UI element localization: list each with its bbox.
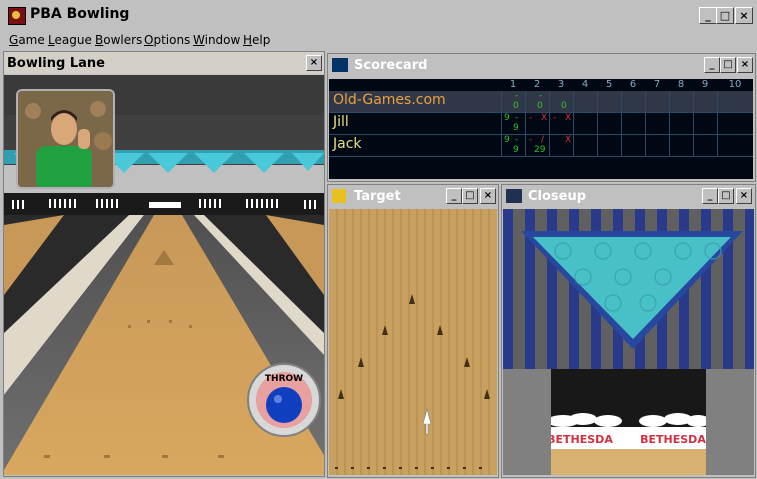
target-title: Target (354, 189, 401, 204)
frame-total: 29 (534, 145, 546, 155)
frame-number: 3 (557, 79, 565, 90)
roll-mark: - (553, 113, 557, 123)
closeup-minimize-button[interactable]: _ (702, 188, 718, 204)
scorecard-close-button[interactable]: × (737, 57, 753, 73)
target-minimize-button[interactable]: _ (446, 188, 462, 204)
frame-number: 5 (605, 79, 613, 90)
roll-mark: - (529, 113, 533, 123)
menu-options[interactable]: Options (144, 33, 190, 47)
roll-mark: - (515, 135, 519, 145)
player-name: Jill (333, 114, 349, 130)
closeup-title: Closeup (528, 189, 587, 204)
menu-help[interactable]: Help (243, 33, 270, 47)
frame-total: 0 (537, 101, 543, 111)
closeup-icon (506, 189, 522, 203)
closeup-window: Closeup _ □ × BETHESDA BETHESDA (501, 184, 756, 478)
closeup-titlebar: Closeup _ □ × (502, 185, 755, 207)
frame-number: 7 (653, 79, 661, 90)
target-maximize-button[interactable]: □ (462, 188, 478, 204)
scorecard-titlebar: Scorecard _ □ × (328, 54, 755, 76)
frame-total: 0 (561, 101, 567, 111)
app-icon (8, 7, 26, 25)
roll-mark: / (541, 135, 545, 145)
bowling-lane-title: Bowling Lane (7, 56, 105, 71)
roll-mark: - (515, 113, 519, 123)
frame-number: 1 (509, 79, 517, 90)
frame-number: 6 (629, 79, 637, 90)
roll-mark: - (515, 91, 519, 101)
frame-number: 2 (533, 79, 541, 90)
scorecard-window: Scorecard _ □ × 1 2 3 4 5 6 7 8 9 10 Old… (327, 53, 756, 182)
target-icon (332, 189, 346, 203)
frame-total: 9 (513, 145, 519, 155)
frame-number: 10 (728, 79, 742, 90)
frame-number: 9 (701, 79, 709, 90)
target-close-button[interactable]: × (480, 188, 496, 204)
roll-mark: 9 (504, 113, 510, 123)
menu-bowlers[interactable]: Bowlers (95, 33, 142, 47)
frame-number: 8 (677, 79, 685, 90)
scorecard-minimize-button[interactable]: _ (704, 57, 720, 73)
sign-right: BETHESDA (640, 433, 706, 446)
close-button[interactable]: × (735, 7, 753, 24)
roll-mark: X (565, 113, 572, 123)
closeup-close-button[interactable]: × (736, 188, 752, 204)
closeup-maximize-button[interactable]: □ (718, 188, 734, 204)
score-row-player-3[interactable]: Jack 9 - - / X 9 29 (329, 135, 753, 157)
app-title: PBA Bowling (30, 6, 130, 22)
score-row-player-1[interactable]: Old-Games.com - - 0 0 0 (329, 91, 753, 113)
throw-label: THROW (265, 374, 303, 384)
roll-mark: X (541, 113, 548, 123)
player-name: Old-Games.com (333, 92, 446, 108)
scorecard-title: Scorecard (354, 58, 428, 73)
target-titlebar: Target _ □ × (328, 185, 498, 207)
bowling-lane-close-button[interactable]: × (306, 55, 322, 71)
menu-window[interactable]: Window (193, 33, 240, 47)
frame-number: 4 (581, 79, 589, 90)
roll-mark: 9 (504, 135, 510, 145)
roll-mark: X (565, 135, 572, 145)
frame-total: 9 (513, 123, 519, 133)
maximize-button[interactable]: □ (716, 7, 734, 24)
bowling-lane-window: Bowling Lane × THROW (3, 51, 325, 477)
sign-left: BETHESDA (547, 433, 613, 446)
closeup-view: BETHESDA BETHESDA (503, 209, 754, 475)
player-name: Jack (333, 136, 362, 152)
bowling-lane-titlebar: Bowling Lane × (4, 52, 324, 74)
frame-total: 0 (513, 101, 519, 111)
scorecard-icon (332, 58, 348, 72)
scorecard-grid: 1 2 3 4 5 6 7 8 9 10 Old-Games.com - - 0… (329, 79, 753, 179)
roll-mark: - (529, 135, 533, 145)
target-window: Target _ □ × (327, 184, 499, 478)
target-view[interactable] (329, 209, 497, 475)
roll-mark: - (539, 91, 543, 101)
minimize-button[interactable]: _ (699, 7, 717, 24)
menu-league[interactable]: League (48, 33, 92, 47)
score-row-player-2[interactable]: Jill 9 - - X - X 9 (329, 113, 753, 135)
bowler-portrait (16, 89, 115, 189)
menu-game[interactable]: Game (9, 33, 45, 47)
scorecard-maximize-button[interactable]: □ (720, 57, 736, 73)
